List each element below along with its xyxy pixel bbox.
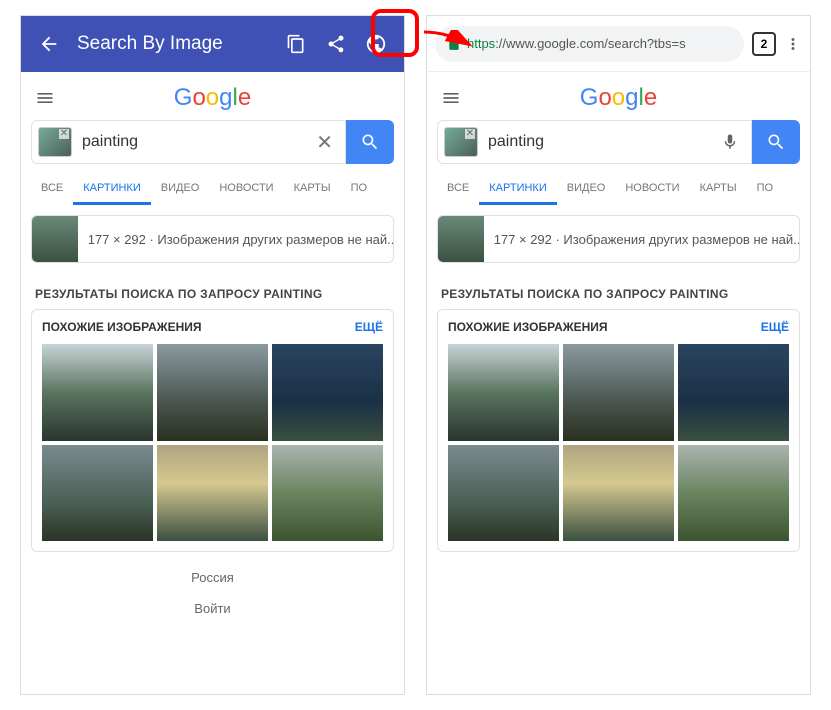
size-thumbnail [32, 215, 78, 263]
tab-news[interactable]: НОВОСТИ [209, 174, 283, 205]
copy-button[interactable] [276, 24, 316, 64]
tab-maps[interactable]: КАРТЫ [284, 174, 341, 205]
chrome-toolbar: https://www.google.com/search?tbs=s 2 [427, 16, 810, 72]
similar-images-card: ПОХОЖИЕ ИЗОБРАЖЕНИЯ ЕЩЁ [437, 309, 800, 552]
voice-button[interactable] [715, 133, 745, 151]
result-image[interactable] [157, 445, 268, 542]
image-grid [448, 344, 789, 541]
back-button[interactable] [29, 24, 69, 64]
app-bar-title: Search By Image [77, 33, 276, 55]
google-logo[interactable]: Google [465, 84, 772, 112]
search-input[interactable] [82, 133, 310, 151]
results-title: РЕЗУЛЬТАТЫ ПОИСКА ПО ЗАПРОСУ PAINTING [21, 273, 404, 309]
result-image[interactable] [448, 445, 559, 542]
tab-all[interactable]: ВСЕ [31, 174, 73, 205]
menu-icon [35, 88, 55, 108]
url-protocol: https [467, 36, 495, 51]
remove-image-icon[interactable]: ✕ [465, 129, 475, 139]
tab-maps[interactable]: КАРТЫ [690, 174, 747, 205]
kebab-icon [784, 35, 802, 53]
tab-all[interactable]: ВСЕ [437, 174, 479, 205]
mic-icon [721, 133, 739, 151]
hamburger-menu[interactable] [35, 88, 59, 108]
phone-right: https://www.google.com/search?tbs=s 2 Go… [426, 15, 811, 695]
header-row: Google [21, 72, 404, 120]
menu-button[interactable] [784, 35, 802, 53]
query-image-chip[interactable]: ✕ [38, 127, 72, 157]
lock-icon [447, 37, 461, 51]
image-size-card[interactable]: 177 × 292 · Изображения других размеров … [31, 215, 394, 263]
search-tabs: ВСЕ КАРТИНКИ ВИДЕО НОВОСТИ КАРТЫ ПО [21, 174, 404, 205]
globe-button[interactable] [356, 24, 396, 64]
result-image[interactable] [272, 344, 383, 441]
search-input[interactable] [488, 133, 715, 151]
search-button[interactable] [346, 120, 394, 164]
result-image[interactable] [563, 445, 674, 542]
tab-more[interactable]: ПО [341, 174, 377, 205]
result-image[interactable] [42, 344, 153, 441]
footer-country: Россия [21, 562, 404, 593]
tab-images[interactable]: КАРТИНКИ [73, 174, 150, 205]
result-image[interactable] [157, 344, 268, 441]
image-size-card[interactable]: 177 × 292 · Изображения других размеров … [437, 215, 800, 263]
result-image[interactable] [678, 445, 789, 542]
tab-news[interactable]: НОВОСТИ [615, 174, 689, 205]
size-text: 177 × 292 · Изображения других размеров … [484, 232, 799, 247]
clear-button[interactable]: ✕ [310, 130, 339, 155]
search-icon [766, 132, 786, 152]
tab-more[interactable]: ПО [747, 174, 783, 205]
more-link[interactable]: ЕЩЁ [761, 320, 789, 334]
result-image[interactable] [678, 344, 789, 441]
back-arrow-icon [38, 33, 60, 55]
result-image[interactable] [272, 445, 383, 542]
search-button[interactable] [752, 120, 800, 164]
similar-images-card: ПОХОЖИЕ ИЗОБРАЖЕНИЯ ЕЩЁ [31, 309, 394, 552]
search-row: ✕ [427, 120, 810, 164]
result-image[interactable] [448, 344, 559, 441]
footer-login[interactable]: Войти [21, 593, 404, 624]
hamburger-menu[interactable] [441, 88, 465, 108]
similar-title: ПОХОЖИЕ ИЗОБРАЖЕНИЯ [448, 320, 608, 334]
tab-video[interactable]: ВИДЕО [151, 174, 210, 205]
result-image[interactable] [42, 445, 153, 542]
tab-images[interactable]: КАРТИНКИ [479, 174, 556, 205]
tab-count: 2 [761, 37, 768, 51]
page-content-left: Google ✕ ✕ ВСЕ КАРТИНКИ ВИДЕО НОВОСТИ КА… [21, 72, 404, 624]
search-box: ✕ [437, 120, 752, 164]
app-bar: Search By Image [21, 16, 404, 72]
share-icon [326, 34, 346, 54]
image-grid [42, 344, 383, 541]
header-row: Google [427, 72, 810, 120]
similar-title: ПОХОЖИЕ ИЗОБРАЖЕНИЯ [42, 320, 202, 334]
search-row: ✕ ✕ [21, 120, 404, 164]
url-bar[interactable]: https://www.google.com/search?tbs=s [435, 26, 744, 62]
tabs-button[interactable]: 2 [752, 32, 776, 56]
google-logo[interactable]: Google [59, 84, 366, 112]
search-tabs: ВСЕ КАРТИНКИ ВИДЕО НОВОСТИ КАРТЫ ПО [427, 174, 810, 205]
remove-image-icon[interactable]: ✕ [59, 129, 69, 139]
share-button[interactable] [316, 24, 356, 64]
search-box: ✕ ✕ [31, 120, 346, 164]
search-icon [360, 132, 380, 152]
size-text: 177 × 292 · Изображения других размеров … [78, 232, 393, 247]
copy-icon [286, 34, 306, 54]
menu-icon [441, 88, 461, 108]
phone-left: Search By Image Google ✕ ✕ [20, 15, 405, 695]
footer: Россия Войти [21, 562, 404, 624]
size-thumbnail [438, 215, 484, 263]
result-image[interactable] [563, 344, 674, 441]
tab-video[interactable]: ВИДЕО [557, 174, 616, 205]
page-content-right: Google ✕ ВСЕ КАРТИНКИ ВИДЕО НОВОСТИ КАРТ… [427, 72, 810, 552]
more-link[interactable]: ЕЩЁ [355, 320, 383, 334]
globe-icon [365, 33, 387, 55]
query-image-chip[interactable]: ✕ [444, 127, 478, 157]
url-text: ://www.google.com/search?tbs=s [495, 36, 685, 51]
results-title: РЕЗУЛЬТАТЫ ПОИСКА ПО ЗАПРОСУ PAINTING [427, 273, 810, 309]
